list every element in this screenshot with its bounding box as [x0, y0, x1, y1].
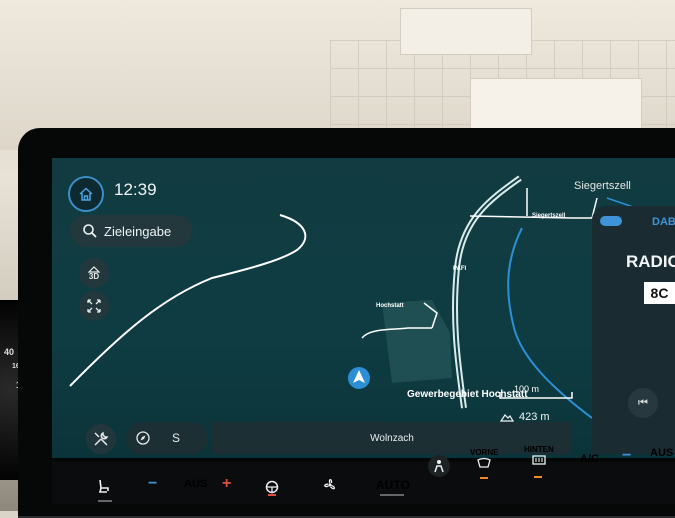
rear-defrost-indicator — [534, 476, 542, 478]
front-defrost-label: VORNE — [470, 448, 499, 457]
altitude-value: 423 m — [519, 411, 550, 423]
rear-defrost-label: HINTEN — [524, 445, 554, 454]
seat-level-indicator — [98, 500, 112, 502]
media-source: DAB — [652, 216, 675, 228]
home-icon — [79, 187, 93, 201]
seat-heater-button[interactable] — [96, 478, 112, 497]
fan-button[interactable] — [322, 477, 338, 496]
temp-left-value: AUS — [184, 478, 208, 490]
ac-button[interactable]: A/C — [580, 453, 599, 465]
media-panel[interactable]: DAB RADIO I 8C ⏮ — [592, 206, 675, 454]
view-3d-button[interactable]: 3D — [79, 258, 109, 288]
search-icon — [83, 224, 97, 238]
compass-icon — [136, 431, 150, 445]
search-label: Zieleingabe — [104, 223, 172, 239]
auto-climate-button[interactable]: AUTO — [376, 478, 410, 492]
expand-arrows-icon — [87, 299, 101, 313]
windshield-defrost-icon — [477, 457, 491, 468]
steering-wheel-heat-icon — [265, 480, 279, 494]
auto-indicator — [380, 494, 404, 496]
minus-icon: − — [622, 447, 632, 464]
radio-icon — [600, 216, 622, 226]
map-destination-label: Gewerbegebiet Hochstatt — [407, 389, 528, 400]
compass-heading[interactable]: S — [126, 422, 208, 454]
wrench-icon — [94, 431, 109, 446]
map-place-label: Siegertszell — [532, 213, 566, 219]
steering-heat-indicator — [268, 494, 276, 496]
map-place-label: Siegertszell — [574, 180, 631, 192]
recenter-button[interactable] — [79, 291, 109, 321]
map-scale-label: 100 m — [514, 384, 540, 394]
tools-button[interactable] — [86, 424, 116, 454]
map-poi-label: Hochstatt — [376, 303, 404, 309]
map-poi-label: PAFI — [453, 266, 467, 272]
plus-icon: + — [222, 475, 232, 492]
temp-left-plus[interactable]: + — [222, 475, 231, 493]
map-roads — [69, 175, 643, 419]
rear-window-defrost-icon — [532, 455, 546, 465]
navigation-map[interactable] — [52, 158, 675, 458]
fan-icon — [324, 479, 336, 490]
altitude-display: 423 m — [500, 406, 570, 428]
climate-control-bar — [52, 462, 675, 504]
station-name: RADIO I — [626, 252, 675, 271]
seat-icon — [98, 479, 109, 493]
destination-search-button[interactable]: Zieleingabe — [70, 215, 192, 247]
background-cabinet — [400, 8, 532, 55]
front-defrost-button[interactable]: VORNE — [470, 448, 498, 471]
background-cabinet-lower — [470, 78, 642, 135]
fan-person-icon — [434, 460, 444, 473]
station-logo: 8C — [644, 282, 675, 304]
temp-right-minus[interactable]: − — [622, 447, 631, 465]
front-defrost-indicator — [480, 477, 488, 479]
view-mode-label: 3D — [88, 271, 100, 281]
temp-left-control[interactable]: − — [148, 475, 157, 493]
previous-station-button[interactable]: ⏮ — [628, 388, 658, 418]
mountain-icon — [500, 414, 514, 422]
compass-direction: S — [172, 431, 181, 445]
rear-defrost-button[interactable]: HINTEN — [524, 445, 554, 468]
home-button[interactable] — [68, 176, 104, 212]
skip-back-icon: ⏮ — [638, 396, 648, 409]
current-street: Wolnzach — [370, 432, 414, 444]
gauge-number: 40 — [4, 347, 15, 357]
temp-right-value: AUS — [650, 447, 674, 459]
clock: 12:39 — [114, 180, 157, 199]
fan-speed-button[interactable] — [428, 455, 450, 477]
temp-left-minus-icon[interactable]: − — [148, 475, 157, 492]
